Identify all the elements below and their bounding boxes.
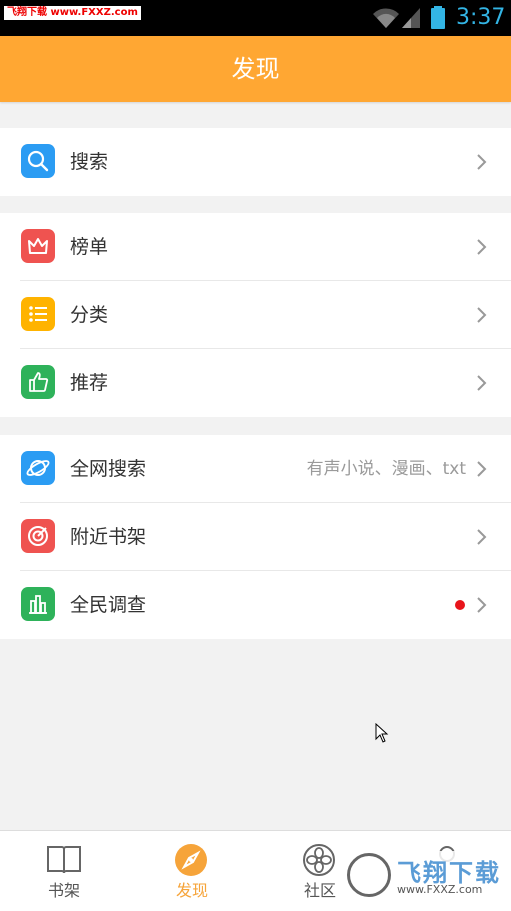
notification-dot — [455, 600, 465, 610]
radar-icon — [21, 519, 55, 553]
menu-item-label: 全民调查 — [70, 594, 147, 616]
battery-icon — [431, 6, 445, 29]
compass-icon — [175, 844, 207, 876]
menu-group-search: 搜索 — [0, 128, 511, 196]
menu-item-nearby-shelf[interactable]: 附近书架 — [0, 503, 511, 571]
menu-item-survey[interactable]: 全民调查 — [0, 571, 511, 639]
menu-item-label: 全网搜索 — [70, 458, 147, 480]
tab-bookshelf[interactable]: 书架 — [0, 831, 128, 911]
status-watermark: 飞翔下载 www.FXXZ.com — [4, 6, 141, 20]
crown-icon — [21, 229, 55, 263]
watermark-url: www.FXXZ.com — [397, 883, 483, 896]
menu-item-label: 附近书架 — [70, 526, 147, 548]
flower-icon — [303, 844, 335, 876]
tab-label: 发现 — [175, 881, 208, 900]
menu-item-category[interactable]: 分类 — [0, 281, 511, 349]
wifi-icon — [373, 8, 399, 28]
planet-icon — [21, 451, 55, 485]
menu-group-more: 全网搜索 有声小说、漫画、txt 附近书架 全民调查 — [0, 435, 511, 639]
menu-item-label: 分类 — [70, 304, 109, 326]
page-title: 发现 — [231, 55, 280, 83]
search-icon — [21, 144, 55, 178]
chevron-right-icon — [477, 375, 487, 391]
book-icon — [47, 846, 81, 874]
menu-item-label: 榜单 — [70, 236, 109, 258]
menu-item-label: 推荐 — [70, 372, 109, 394]
menu-item-label: 搜索 — [70, 151, 109, 173]
menu-item-recommend[interactable]: 推荐 — [0, 349, 511, 417]
watermark-emblem-icon — [347, 853, 391, 897]
tab-discover[interactable]: 发现 — [128, 831, 256, 911]
chevron-right-icon — [477, 529, 487, 545]
chevron-right-icon — [477, 239, 487, 255]
status-bar: 飞翔下载 www.FXXZ.com 3:37 — [0, 0, 511, 36]
app-header: 发现 — [0, 36, 511, 102]
bar-chart-icon — [21, 587, 55, 621]
chevron-right-icon — [477, 307, 487, 323]
thumbs-up-icon — [21, 365, 55, 399]
clock: 3:37 — [456, 5, 506, 30]
menu-item-search[interactable]: 搜索 — [0, 128, 511, 196]
tab-label: 书架 — [47, 881, 80, 900]
signal-icon — [402, 8, 420, 28]
watermark-logo: 飞翔下载 www.FXXZ.com — [345, 851, 503, 899]
mouse-cursor-icon — [375, 723, 389, 743]
chevron-right-icon — [477, 597, 487, 613]
menu-item-ranking[interactable]: 榜单 — [0, 213, 511, 281]
list-icon — [21, 297, 55, 331]
menu-group-browse: 榜单 分类 推荐 — [0, 213, 511, 417]
chevron-right-icon — [477, 461, 487, 477]
menu-item-subtitle: 有声小说、漫画、txt — [306, 459, 466, 479]
menu-item-web-search[interactable]: 全网搜索 有声小说、漫画、txt — [0, 435, 511, 503]
chevron-right-icon — [477, 154, 487, 170]
